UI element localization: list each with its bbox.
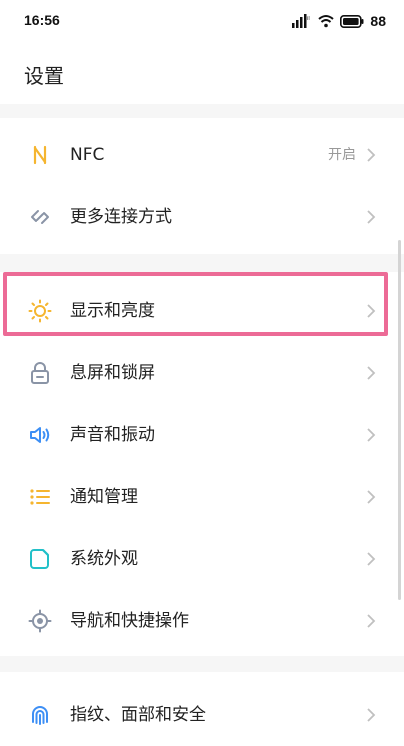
settings-item-screen-lock[interactable]: 息屏和锁屏 xyxy=(0,342,404,404)
settings-item-sound-vibration[interactable]: 声音和振动 xyxy=(0,404,404,466)
chevron-right-icon xyxy=(367,708,376,722)
settings-item-label: 息屏和锁屏 xyxy=(70,363,155,383)
list-icon xyxy=(30,489,50,505)
settings-item-appearance[interactable]: 系统外观 xyxy=(0,528,404,590)
status-bar: 16:56 il 88 xyxy=(0,0,404,44)
fingerprint-icon xyxy=(32,706,48,725)
status-time: 16:56 xyxy=(24,12,60,28)
settings-item-label: 更多连接方式 xyxy=(70,207,172,227)
page-header: 设置 xyxy=(0,44,404,104)
settings-item-label: 声音和振动 xyxy=(70,425,155,445)
chevron-right-icon xyxy=(367,490,376,504)
settings-item-label: 系统外观 xyxy=(70,549,138,569)
scrollbar[interactable] xyxy=(398,240,401,600)
settings-group-connectivity: NFC 开启 更多连接方式 xyxy=(0,118,404,254)
settings-group-security: 指纹、面部和安全 xyxy=(0,672,404,746)
settings-item-notifications[interactable]: 通知管理 xyxy=(0,466,404,528)
settings-item-nfc[interactable]: NFC 开启 xyxy=(0,124,404,186)
chevron-right-icon xyxy=(367,148,376,162)
settings-item-label: 通知管理 xyxy=(70,487,138,507)
nfc-icon xyxy=(33,145,47,165)
page-title: 设置 xyxy=(24,64,64,88)
chevron-right-icon xyxy=(367,614,376,628)
settings-item-navigation-shortcuts[interactable]: 导航和快捷操作 xyxy=(0,590,404,652)
signal-icon: il xyxy=(292,14,310,28)
navigation-icon xyxy=(28,609,52,633)
settings-item-more-connections[interactable]: 更多连接方式 xyxy=(0,186,404,248)
speaker-icon xyxy=(30,427,50,443)
chevron-right-icon xyxy=(367,366,376,380)
chevron-right-icon xyxy=(367,552,376,566)
lock-icon xyxy=(31,362,49,384)
svg-text:il: il xyxy=(307,16,310,22)
settings-item-label: 指纹、面部和安全 xyxy=(70,705,206,725)
highlight-box xyxy=(3,272,388,336)
settings-item-label: NFC xyxy=(70,145,105,165)
battery-level: 88 xyxy=(370,13,386,29)
chevron-right-icon xyxy=(367,210,376,224)
settings-item-label: 导航和快捷操作 xyxy=(70,611,189,631)
wifi-icon xyxy=(318,15,335,28)
appearance-icon xyxy=(30,549,49,569)
chevron-right-icon xyxy=(367,428,376,442)
settings-item-fingerprint-face-security[interactable]: 指纹、面部和安全 xyxy=(0,684,404,746)
battery-icon xyxy=(340,14,364,28)
settings-item-value: 开启 xyxy=(328,147,356,163)
status-icons: il 88 xyxy=(292,12,386,30)
link-icon xyxy=(31,210,49,224)
